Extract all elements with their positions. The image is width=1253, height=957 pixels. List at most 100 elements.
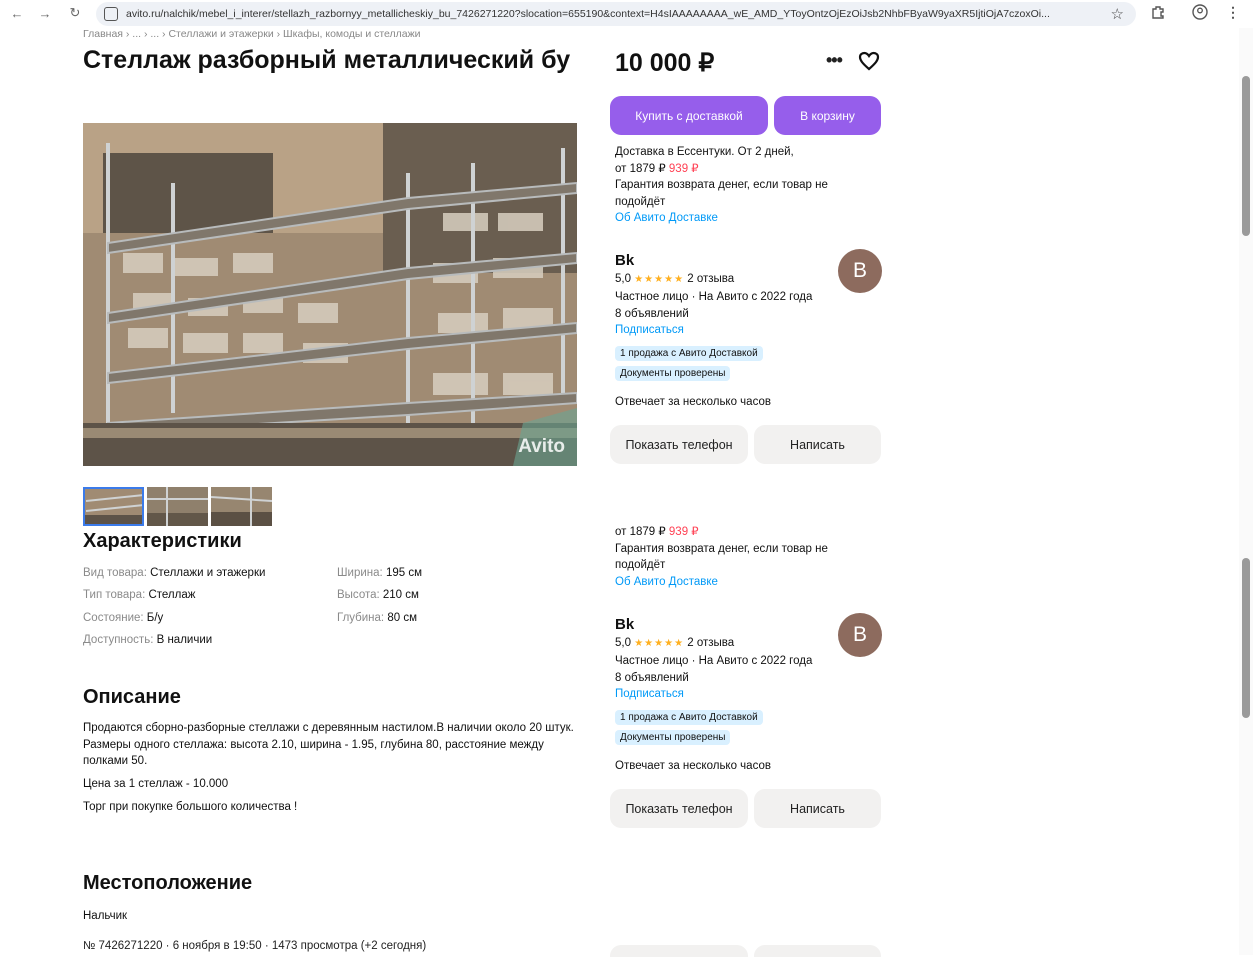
location-heading: Местоположение bbox=[83, 872, 253, 894]
price: 10 000 ₽ bbox=[615, 49, 715, 77]
seller-info: Частное лицо · На Авито с 2022 года bbox=[615, 655, 813, 667]
seller-info: Частное лицо · На Авито с 2022 года bbox=[615, 291, 813, 303]
rating-value: 5,0 bbox=[615, 637, 631, 649]
spec-value: Б/у bbox=[146, 612, 164, 624]
about-delivery-link[interactable]: Об Авито Доставке bbox=[615, 574, 855, 591]
response-time: Отвечает за несколько часов bbox=[615, 760, 771, 772]
reviews-link[interactable]: 2 отзыва bbox=[687, 637, 734, 649]
seller-name[interactable]: Bk bbox=[615, 252, 634, 269]
browser-menu-icon[interactable]: ⋮ bbox=[1226, 4, 1240, 21]
url-text: avito.ru/nalchik/mebel_i_interer/stellaz… bbox=[126, 8, 1050, 20]
specs-heading: Характеристики bbox=[83, 530, 242, 552]
avatar[interactable]: B bbox=[838, 249, 882, 293]
guarantee-text: Гарантия возврата денег, если товар не п… bbox=[615, 542, 828, 572]
write-message-button[interactable]: Написать bbox=[754, 789, 881, 828]
add-to-cart-button[interactable]: В корзину bbox=[774, 96, 881, 135]
rating-stars-icon: ★★★★★ bbox=[634, 638, 685, 649]
spec-key: Состояние: bbox=[83, 612, 144, 624]
description-paragraph: Торг при покупке большого количества ! bbox=[83, 801, 298, 813]
show-phone-button[interactable]: Показать телефон bbox=[610, 789, 748, 828]
thumbnail[interactable] bbox=[147, 487, 208, 526]
bookmark-star-icon[interactable]: ☆ bbox=[1111, 5, 1124, 23]
spec-key: Тип товара: bbox=[83, 589, 146, 601]
spec-item: Тип товара: Стеллаж bbox=[83, 589, 195, 601]
description-paragraph: Размеры одного стеллажа: высота 2.10, ши… bbox=[83, 738, 544, 768]
spec-key: Доступность: bbox=[83, 634, 154, 646]
shelf-photo-illustration bbox=[83, 123, 577, 466]
listing-title: Стеллаж разборный металлический бу bbox=[83, 46, 571, 74]
spec-key: Высота: bbox=[337, 589, 380, 601]
subscribe-link[interactable]: Подписаться bbox=[615, 322, 855, 339]
spec-key: Глубина: bbox=[337, 612, 385, 624]
spec-value[interactable]: Стеллажи и этажерки bbox=[150, 567, 265, 579]
spec-value[interactable]: Стеллаж bbox=[148, 589, 195, 601]
show-phone-button[interactable]: Показать телефон bbox=[610, 425, 748, 464]
write-message-button-partial[interactable] bbox=[754, 945, 881, 957]
thumbnail[interactable] bbox=[211, 487, 272, 526]
avito-watermark: Avito bbox=[518, 436, 565, 457]
browser-toolbar: ← → ↻ avito.ru/nalchik/mebel_i_interer/s… bbox=[0, 0, 1253, 28]
delivery-price: от 1879 ₽ 939 ₽ bbox=[615, 524, 855, 541]
delivery-price-discount: 939 ₽ bbox=[668, 526, 699, 538]
spec-item: Ширина: 195 см bbox=[337, 567, 422, 579]
spec-item: Вид товара: Стеллажи и этажерки bbox=[83, 567, 265, 579]
write-message-button[interactable]: Написать bbox=[754, 425, 881, 464]
scroll-thumb-secondary[interactable] bbox=[1242, 558, 1250, 718]
seller-rating: 5,0 ★★★★★ 2 отзыва bbox=[615, 637, 734, 649]
photo-thumbnails bbox=[83, 487, 272, 526]
listing-meta: № 7426271220 · 6 ноября в 19:50 · 1473 п… bbox=[83, 940, 427, 952]
back-icon[interactable]: ← bbox=[4, 6, 30, 21]
seller-listings[interactable]: 8 объявлений bbox=[615, 670, 855, 687]
favorite-heart-icon[interactable] bbox=[858, 51, 880, 76]
documents-verified-badge: Документы проверены bbox=[615, 366, 731, 381]
about-delivery-link[interactable]: Об Авито Доставке bbox=[615, 210, 855, 227]
more-options-icon[interactable]: ••• bbox=[826, 50, 843, 71]
extensions-icon[interactable] bbox=[1150, 4, 1166, 23]
subscribe-link[interactable]: Подписаться bbox=[615, 686, 855, 703]
delivery-price-base: от 1879 ₽ bbox=[615, 162, 666, 175]
profile-icon[interactable] bbox=[1192, 4, 1208, 23]
spec-value: В наличии bbox=[156, 634, 213, 646]
delivery-price-discount: 939 ₽ bbox=[668, 162, 699, 175]
scroll-thumb[interactable] bbox=[1242, 76, 1250, 236]
delivery-line: Доставка в Ессентуки. От 2 дней, bbox=[615, 146, 794, 158]
spec-key: Вид товара: bbox=[83, 567, 147, 579]
reviews-link[interactable]: 2 отзыва bbox=[687, 273, 734, 285]
spec-value: 80 см bbox=[387, 612, 417, 624]
page-scrollbar[interactable] bbox=[1239, 28, 1253, 955]
main-photo[interactable]: Avito bbox=[83, 123, 577, 466]
delivery-info-sticky: от 1879 ₽ 939 ₽ Гарантия возврата денег,… bbox=[615, 524, 855, 590]
spec-item: Глубина: 80 см bbox=[337, 612, 417, 624]
delivery-info: Доставка в Ессентуки. От 2 дней, от 1879… bbox=[615, 144, 855, 227]
seller-rating: 5,0 ★★★★★ 2 отзыва bbox=[615, 273, 734, 285]
breadcrumb[interactable]: Главная › ... › ... › Стеллажи и этажерк… bbox=[83, 28, 421, 40]
location-city: Нальчик bbox=[83, 910, 128, 922]
buy-with-delivery-button[interactable]: Купить с доставкой bbox=[610, 96, 768, 135]
delivery-sales-badge: 1 продажа с Авито Доставкой bbox=[615, 346, 763, 361]
seller-name[interactable]: Bk bbox=[615, 616, 634, 633]
spec-value: 195 см bbox=[385, 567, 422, 579]
delivery-sales-badge: 1 продажа с Авито Доставкой bbox=[615, 710, 763, 725]
avatar[interactable]: B bbox=[838, 613, 882, 657]
guarantee-text: Гарантия возврата денег, если товар не п… bbox=[615, 179, 828, 208]
rating-stars-icon: ★★★★★ bbox=[634, 274, 685, 285]
spec-key: Ширина: bbox=[337, 567, 383, 579]
site-settings-icon[interactable] bbox=[104, 7, 118, 21]
address-bar[interactable]: avito.ru/nalchik/mebel_i_interer/stellaz… bbox=[96, 2, 1136, 26]
description-text: Продаются сборно-разборные стеллажи с де… bbox=[83, 720, 583, 822]
seller-details: Частное лицо · На Авито с 2022 года 8 об… bbox=[615, 289, 855, 339]
delivery-price-base: от 1879 ₽ bbox=[615, 526, 666, 538]
spec-value: 210 см bbox=[382, 589, 419, 601]
rating-value: 5,0 bbox=[615, 273, 631, 285]
description-heading: Описание bbox=[83, 686, 181, 708]
forward-icon[interactable]: → bbox=[32, 6, 58, 21]
response-time: Отвечает за несколько часов bbox=[615, 396, 771, 408]
seller-listings[interactable]: 8 объявлений bbox=[615, 306, 855, 323]
documents-verified-badge: Документы проверены bbox=[615, 730, 731, 745]
seller-details: Частное лицо · На Авито с 2022 года 8 об… bbox=[615, 653, 855, 703]
reload-icon[interactable]: ↻ bbox=[62, 5, 88, 21]
spec-item: Высота: 210 см bbox=[337, 589, 419, 601]
show-phone-button-partial[interactable] bbox=[610, 945, 748, 957]
description-paragraph: Цена за 1 стеллаж - 10.000 bbox=[83, 777, 229, 790]
thumbnail[interactable] bbox=[83, 487, 144, 526]
